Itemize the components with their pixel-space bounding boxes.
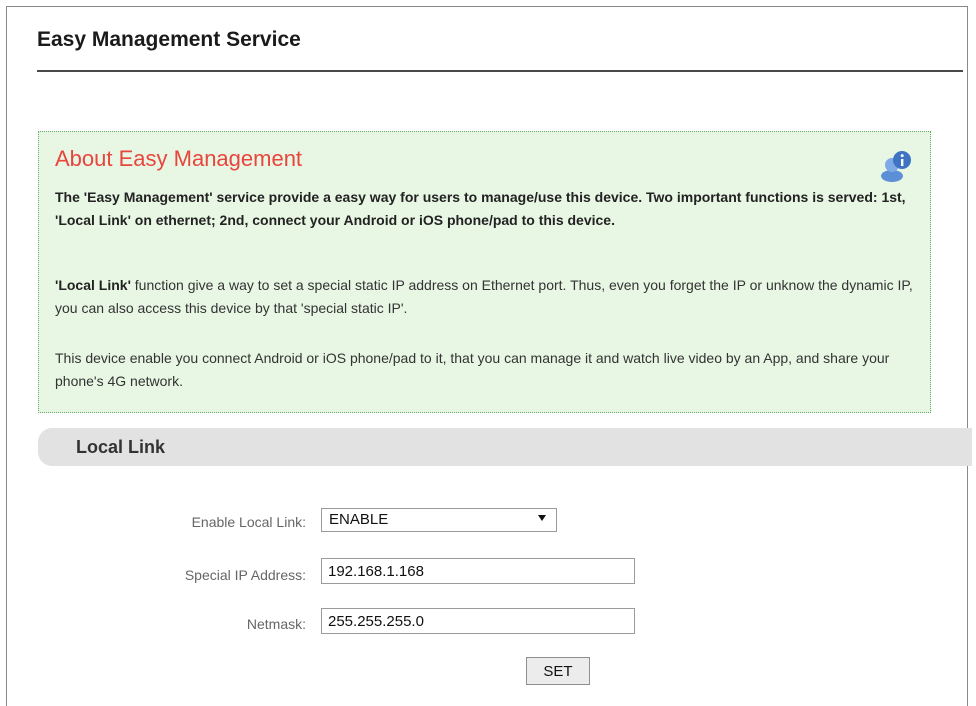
- user-info-icon: [881, 151, 911, 182]
- enable-local-link-label: Enable Local Link:: [191, 514, 306, 530]
- local-link-description: 'Local Link' function give a way to set …: [55, 274, 925, 320]
- about-intro: The 'Easy Management' service provide a …: [55, 189, 906, 228]
- phone-description: This device enable you connect Android o…: [55, 350, 890, 389]
- about-info-box: About Easy Management The 'Easy Manageme…: [38, 131, 931, 413]
- local-link-text: function give a way to set a special sta…: [55, 277, 913, 316]
- select-value: ENABLE: [329, 511, 389, 528]
- set-button[interactable]: SET: [526, 657, 590, 685]
- netmask-input[interactable]: [321, 608, 635, 634]
- local-link-term: 'Local Link': [55, 277, 131, 293]
- enable-local-link-select[interactable]: ENABLE: [321, 508, 557, 532]
- about-title: About Easy Management: [55, 146, 303, 171]
- netmask-label: Netmask:: [246, 616, 306, 632]
- page-title: Easy Management Service: [37, 28, 301, 51]
- section-header-local-link: Local Link: [38, 428, 972, 466]
- special-ip-label: Special IP Address:: [184, 567, 306, 583]
- title-divider: [37, 70, 963, 72]
- chevron-down-icon: [538, 515, 546, 521]
- special-ip-input[interactable]: [321, 558, 635, 584]
- section-title: Local Link: [76, 437, 166, 457]
